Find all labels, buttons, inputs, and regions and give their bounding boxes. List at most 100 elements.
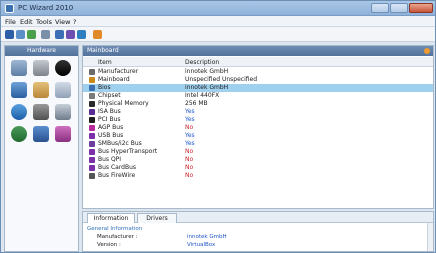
row-icon [89, 157, 95, 163]
table-row[interactable]: Bus CardBus No [83, 164, 433, 172]
row-icon [89, 85, 95, 91]
menu-edit[interactable]: Edit [20, 18, 33, 26]
table-row[interactable]: Chipset Intel 440FX [83, 92, 433, 100]
row-value: No [185, 124, 194, 131]
close-button[interactable] [409, 3, 433, 13]
drives-icon[interactable] [11, 82, 27, 98]
row-label: USB Bus [98, 132, 124, 139]
panel-title-text: Mainboard [87, 47, 119, 54]
row-value: No [185, 172, 194, 179]
menu-view[interactable]: View [55, 18, 70, 26]
refresh-icon[interactable] [27, 30, 36, 39]
row-label: Physical Memory [98, 100, 149, 107]
info-label-version: Version : [97, 242, 121, 248]
mainboard-panel: Mainboard Item Description Manufacturer i… [82, 45, 434, 209]
row-value: Yes [185, 108, 195, 115]
table-row[interactable]: AGP Bus No [83, 124, 433, 132]
row-label: Manufacturer [98, 68, 139, 75]
menu-tools[interactable]: Tools [36, 18, 52, 26]
column-description[interactable]: Description [185, 59, 219, 66]
row-icon [89, 69, 95, 75]
printer-icon[interactable] [55, 104, 71, 120]
info-label-manufacturer: Manufacturer : [97, 234, 138, 240]
hardware-panel-title: Hardware [5, 46, 78, 56]
row-label: Chipset [98, 92, 121, 99]
row-value: Yes [185, 132, 195, 139]
window-title: PC Wizard 2010 [18, 4, 74, 12]
table-row[interactable]: Physical Memory 256 MB [83, 100, 433, 108]
table-row[interactable]: Bus FireWire No [83, 172, 433, 180]
row-icon [89, 133, 95, 139]
row-value: Yes [185, 140, 195, 147]
menu-file[interactable]: File [5, 18, 16, 26]
table-row[interactable]: Manufacturer innotek GmbH [83, 68, 433, 76]
row-icon [89, 109, 95, 115]
mainboard-icon[interactable] [11, 60, 27, 76]
column-header: Item Description [83, 57, 433, 67]
row-value: innotek GmbH [185, 84, 229, 91]
row-icon [89, 117, 95, 123]
row-icon [89, 149, 95, 155]
ports-icon[interactable] [55, 82, 71, 98]
table-row[interactable]: PCI Bus Yes [83, 116, 433, 124]
video-icon[interactable] [55, 60, 71, 76]
row-icon [89, 165, 95, 171]
info-value-manufacturer: innotek GmbH [187, 234, 227, 240]
menu-help[interactable]: ? [73, 18, 76, 26]
copy-icon[interactable] [16, 30, 25, 39]
info-panel: Information Drivers General Information … [82, 211, 434, 252]
panel-status-icon [424, 48, 430, 54]
power-icon[interactable] [11, 126, 27, 142]
chart-icon[interactable] [66, 30, 75, 39]
row-label: Mainboard [98, 76, 130, 83]
table-row[interactable]: ISA Bus Yes [83, 108, 433, 116]
voltage-icon[interactable] [33, 126, 49, 142]
row-icon [89, 77, 95, 83]
row-value: No [185, 156, 194, 163]
row-label: SMBus/i2c Bus [98, 140, 142, 147]
table-row[interactable]: USB Bus Yes [83, 132, 433, 140]
info-scrollbar[interactable] [427, 223, 433, 251]
row-icon [89, 101, 95, 107]
help-icon[interactable] [93, 30, 102, 39]
tools-icon[interactable] [55, 126, 71, 142]
table-row[interactable]: Bios innotek GmbH [83, 84, 433, 92]
config-icon[interactable] [55, 30, 64, 39]
row-value: innotek GmbH [185, 68, 229, 75]
row-label: PCI Bus [98, 116, 121, 123]
processor-icon[interactable] [33, 60, 49, 76]
toolbar [1, 27, 435, 42]
menu-bar: File Edit Tools View ? [1, 16, 435, 27]
sound-icon[interactable] [33, 82, 49, 98]
column-item[interactable]: Item [98, 59, 112, 66]
minimize-button[interactable] [371, 3, 389, 13]
tab-drivers[interactable]: Drivers [137, 213, 177, 223]
devices-icon[interactable] [33, 104, 49, 120]
info-value-version: VirtualBox [187, 242, 216, 248]
table-row[interactable]: Bus QPI No [83, 156, 433, 164]
app-window: PC Wizard 2010 File Edit Tools View ? Ha… [0, 0, 436, 253]
table-row[interactable]: SMBus/i2c Bus Yes [83, 140, 433, 148]
maximize-button[interactable] [390, 3, 408, 13]
row-label: Bus HyperTransport [98, 148, 158, 155]
row-value: Intel 440FX [185, 92, 220, 99]
row-value: 256 MB [185, 100, 208, 107]
row-icon [89, 93, 95, 99]
app-icon [5, 4, 14, 13]
row-label: Bus CardBus [98, 164, 137, 171]
row-value: No [185, 148, 194, 155]
row-value: Yes [185, 116, 195, 123]
info-icon[interactable] [77, 30, 86, 39]
tab-information[interactable]: Information [87, 213, 135, 223]
network-icon[interactable] [11, 104, 27, 120]
table-row[interactable]: Bus HyperTransport No [83, 148, 433, 156]
row-icon [89, 125, 95, 131]
save-icon[interactable] [5, 30, 14, 39]
row-value: No [185, 164, 194, 171]
row-label: Bios [98, 84, 111, 91]
mainboard-panel-title: Mainboard [83, 46, 433, 56]
table-row[interactable]: Mainboard Unspecified Unspecified [83, 76, 433, 84]
print-icon[interactable] [41, 30, 50, 39]
title-bar[interactable]: PC Wizard 2010 [1, 1, 435, 16]
row-label: Bus FireWire [98, 172, 136, 179]
